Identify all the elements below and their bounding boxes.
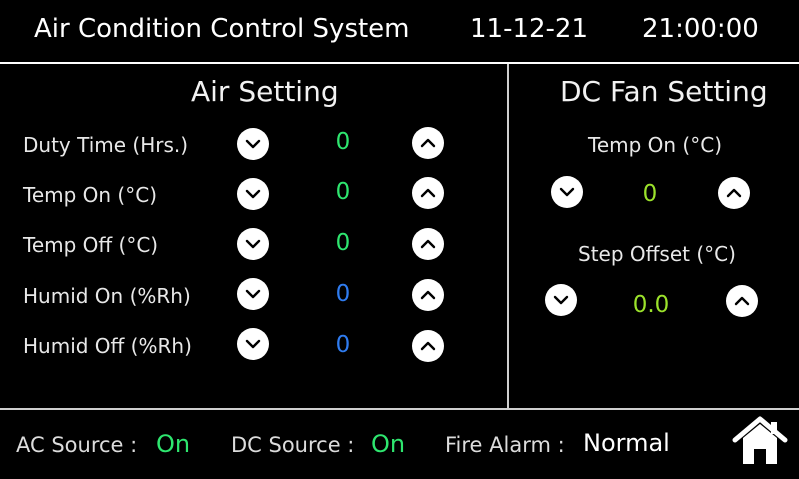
fan-temp-on-value: 0 xyxy=(642,181,658,207)
chevron-down-icon xyxy=(245,239,261,249)
dc-source-value: On xyxy=(371,430,406,458)
home-icon xyxy=(732,416,788,464)
footer-divider xyxy=(0,408,799,410)
app-title: Air Condition Control System xyxy=(34,14,410,44)
chevron-up-icon xyxy=(420,138,436,148)
duty-time-decrease-button[interactable] xyxy=(237,128,269,160)
temp-on-decrease-button[interactable] xyxy=(237,178,269,210)
temp-off-decrease-button[interactable] xyxy=(237,228,269,260)
air-row-label-duty-time: Duty Time (Hrs.) xyxy=(23,133,189,157)
duty-time-increase-button[interactable] xyxy=(412,127,444,159)
home-button[interactable] xyxy=(731,416,789,466)
humid-on-increase-button[interactable] xyxy=(412,279,444,311)
air-row-label-humid-on: Humid On (%Rh) xyxy=(23,284,191,308)
air-row-label-temp-on: Temp On (°C) xyxy=(23,183,158,207)
dc-source-label: DC Source : xyxy=(231,433,355,457)
chevron-up-icon xyxy=(420,188,436,198)
fan-row-label-temp-on: Temp On (°C) xyxy=(588,133,723,157)
step-offset-value: 0.0 xyxy=(632,292,670,318)
temp-off-value: 0 xyxy=(335,230,351,256)
chevron-up-icon xyxy=(420,239,436,249)
date-display: 11-12-21 xyxy=(470,14,589,44)
temp-on-increase-button[interactable] xyxy=(412,177,444,209)
step-offset-decrease-button[interactable] xyxy=(545,284,577,316)
panel-divider xyxy=(507,64,509,408)
chevron-up-icon xyxy=(420,341,436,351)
temp-on-value: 0 xyxy=(335,179,351,205)
air-row-label-humid-off: Humid Off (%Rh) xyxy=(23,334,192,358)
time-display: 21:00:00 xyxy=(642,14,759,44)
humid-on-value: 0 xyxy=(335,281,351,307)
chevron-up-icon xyxy=(726,188,742,198)
fire-alarm-label: Fire Alarm : xyxy=(445,433,565,457)
dc-fan-setting-title: DC Fan Setting xyxy=(560,75,768,108)
air-setting-title: Air Setting xyxy=(191,75,339,108)
chevron-down-icon xyxy=(245,189,261,199)
humid-off-decrease-button[interactable] xyxy=(237,328,269,360)
step-offset-increase-button[interactable] xyxy=(726,285,758,317)
chevron-down-icon xyxy=(559,187,575,197)
chevron-down-icon xyxy=(553,295,569,305)
humid-off-value: 0 xyxy=(335,332,351,358)
chevron-down-icon xyxy=(245,339,261,349)
fan-row-label-step-offset: Step Offset (°C) xyxy=(578,242,736,266)
fan-temp-on-decrease-button[interactable] xyxy=(551,176,583,208)
fan-temp-on-increase-button[interactable] xyxy=(718,177,750,209)
air-row-label-temp-off: Temp Off (°C) xyxy=(23,233,159,257)
humid-on-decrease-button[interactable] xyxy=(237,278,269,310)
temp-off-increase-button[interactable] xyxy=(412,228,444,260)
chevron-up-icon xyxy=(420,290,436,300)
humid-off-increase-button[interactable] xyxy=(412,330,444,362)
ac-source-value: On xyxy=(156,430,191,458)
chevron-up-icon xyxy=(734,296,750,306)
chevron-down-icon xyxy=(245,289,261,299)
chevron-down-icon xyxy=(245,139,261,149)
duty-time-value: 0 xyxy=(335,129,351,155)
header-divider xyxy=(0,62,799,64)
ac-source-label: AC Source : xyxy=(16,433,138,457)
fire-alarm-value: Normal xyxy=(583,429,670,457)
